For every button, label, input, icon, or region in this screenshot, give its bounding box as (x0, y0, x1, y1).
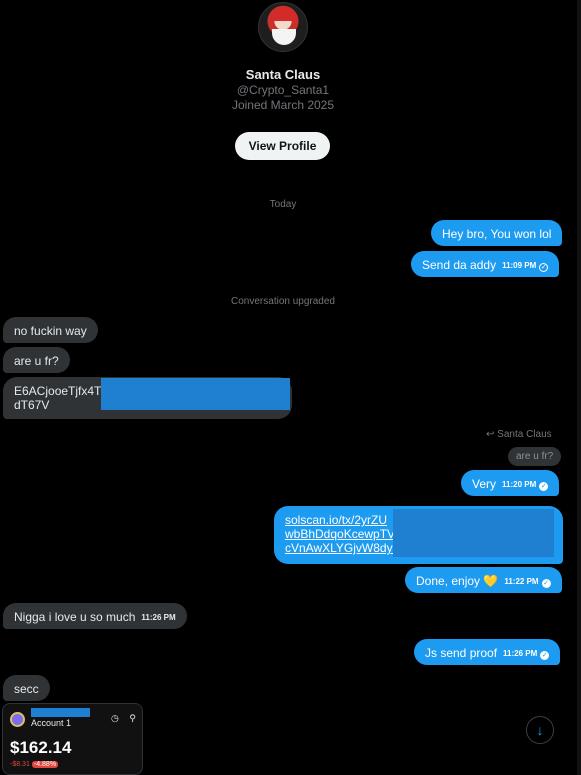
search-icon: ⚲ (129, 713, 136, 723)
clock-icon: ◷ (111, 713, 119, 723)
read-check-icon: ✓ (540, 651, 550, 660)
account-avatar-icon (10, 712, 25, 727)
message-text: Done, enjoy 💛 (416, 574, 499, 588)
message-outgoing[interactable]: Done, enjoy 💛 11:22 PM ✓ (405, 567, 562, 593)
view-profile-button[interactable]: View Profile (235, 132, 330, 160)
message-text: Send da addy (422, 258, 497, 272)
wallet-change: -$8.31 (10, 761, 30, 768)
reply-context: ↩ Santa Claus (486, 429, 552, 440)
message-text: secc (14, 682, 39, 696)
santa-hat-icon (271, 9, 297, 21)
read-check-icon: ✓ (541, 579, 551, 588)
message-outgoing[interactable]: Very 11:20 PM ✓ (461, 470, 560, 496)
message-time: 11:26 PM (141, 613, 176, 622)
redaction-box (393, 509, 554, 557)
message-text: Nigga i love u so much (14, 610, 136, 624)
wallet-balance: $162.14 (10, 738, 72, 757)
reply-arrow-icon: ↩ (486, 429, 495, 440)
message-incoming[interactable]: Nigga i love u so much 11:26 PM (3, 603, 187, 629)
scroll-to-bottom-button[interactable]: ↓ (526, 716, 554, 744)
message-text: Js send proof (425, 646, 498, 660)
message-outgoing[interactable]: Js send proof 11:26 PM ✓ (414, 639, 561, 665)
message-time: 11:20 PM (502, 480, 537, 489)
wallet-change-percent: -4.88% (31, 761, 59, 768)
message-incoming[interactable]: are u fr? (3, 347, 70, 373)
arrow-down-icon: ↓ (536, 722, 544, 738)
avatar[interactable] (258, 2, 308, 52)
message-time: 11:22 PM (504, 577, 539, 586)
message-time: 11:26 PM (503, 649, 538, 658)
message-text: Very (472, 477, 497, 491)
scrollbar-track[interactable] (577, 0, 581, 775)
profile-joined: Joined March 2025 (231, 98, 335, 112)
wallet-screenshot-image[interactable]: Account 1 ◷ ⚲ $162.14 -$8.31 -4.88% (2, 703, 143, 775)
message-incoming[interactable]: no fuckin way (3, 317, 98, 343)
message-outgoing[interactable]: Send da addy 11:09 PM ✓ (411, 251, 560, 277)
sent-check-icon: ✓ (539, 263, 549, 272)
redaction-box (101, 378, 290, 410)
message-incoming[interactable]: secc (3, 675, 50, 701)
message-text: are u fr? (14, 354, 59, 368)
message-text: Hey bro, You won lol (442, 227, 552, 241)
beard-icon (272, 29, 296, 45)
quoted-message[interactable]: are u fr? (508, 447, 562, 466)
read-check-icon: ✓ (539, 482, 549, 491)
profile-name: Santa Claus (245, 67, 321, 82)
reply-to-name: Santa Claus (497, 429, 552, 440)
wallet-account-name: Account 1 (31, 718, 72, 728)
conversation-upgraded-divider: Conversation upgraded (231, 296, 335, 307)
redaction-box (31, 708, 90, 717)
profile-handle: @Crypto_Santa1 (236, 83, 330, 97)
message-text: no fuckin way (14, 324, 87, 338)
message-time: 11:09 PM (502, 261, 537, 270)
date-divider: Today (269, 199, 297, 210)
message-outgoing[interactable]: Hey bro, You won lol (431, 220, 563, 246)
